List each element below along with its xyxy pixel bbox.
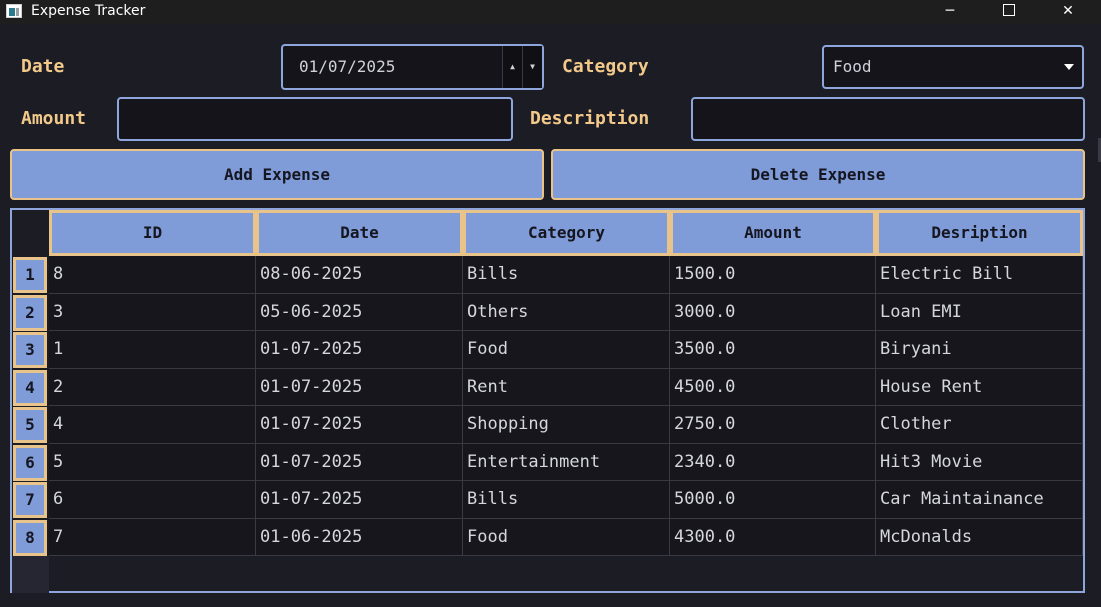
cell-date[interactable]: 01-06-2025 [256, 518, 463, 555]
cell-date[interactable]: 05-06-2025 [256, 293, 463, 330]
date-spin-down-button[interactable]: ▼ [522, 46, 542, 88]
row-header[interactable]: 6 [13, 444, 47, 481]
amount-label: Amount [21, 108, 87, 129]
cell-description[interactable]: Hit3 Movie [876, 443, 1083, 480]
column-header-description[interactable]: Desription [876, 210, 1083, 256]
title-bar: Expense Tracker ─ ✕ [0, 0, 1101, 24]
cell-category[interactable]: Bills [463, 256, 670, 293]
row-header[interactable]: 3 [13, 332, 47, 368]
category-value: Food [833, 57, 872, 76]
cell-category[interactable]: Others [463, 293, 670, 330]
row-header[interactable]: 2 [13, 294, 47, 331]
cell-description[interactable]: Car Maintainance [876, 481, 1083, 518]
row-gutter [12, 556, 49, 593]
row-header[interactable]: 4 [13, 369, 47, 406]
delete-expense-button[interactable]: Delete Expense [551, 149, 1085, 200]
cell-id[interactable]: 6 [49, 481, 256, 518]
date-input[interactable]: 01/07/2025 ▲ ▼ [281, 44, 544, 90]
date-label: Date [21, 56, 65, 77]
date-spin-up-button[interactable]: ▲ [502, 46, 522, 88]
cell-amount[interactable]: 5000.0 [670, 481, 876, 518]
cell-id[interactable]: 8 [49, 256, 256, 293]
table-row[interactable]: 8 08-06-2025 Bills 1500.0 Electric Bill [49, 256, 1083, 294]
category-label: Category [562, 56, 649, 77]
maximize-icon [1003, 4, 1015, 16]
cell-id[interactable]: 7 [49, 518, 256, 555]
cell-id[interactable]: 2 [49, 368, 256, 405]
chevron-down-icon [1064, 64, 1074, 70]
cell-amount[interactable]: 3500.0 [670, 331, 876, 368]
cell-description[interactable]: Electric Bill [876, 256, 1083, 293]
cell-category[interactable]: Shopping [463, 406, 670, 443]
column-header-date[interactable]: Date [256, 210, 463, 256]
cell-category[interactable]: Bills [463, 481, 670, 518]
cell-category[interactable]: Rent [463, 368, 670, 405]
row-header[interactable]: 1 [13, 257, 47, 293]
row-header[interactable]: 5 [13, 407, 47, 443]
table-row[interactable]: 5 01-07-2025 Entertainment 2340.0 Hit3 M… [49, 443, 1083, 481]
minimize-button[interactable]: ─ [927, 0, 973, 24]
cell-date[interactable]: 01-07-2025 [256, 368, 463, 405]
cell-category[interactable]: Entertainment [463, 443, 670, 480]
close-button[interactable]: ✕ [1045, 0, 1091, 24]
description-input[interactable] [691, 97, 1085, 141]
cell-description[interactable]: Clother [876, 406, 1083, 443]
cell-date[interactable]: 08-06-2025 [256, 256, 463, 293]
cell-description[interactable]: Loan EMI [876, 293, 1083, 330]
cell-amount[interactable]: 1500.0 [670, 256, 876, 293]
cell-date[interactable]: 01-07-2025 [256, 481, 463, 518]
cell-id[interactable]: 1 [49, 331, 256, 368]
app-icon [6, 4, 22, 18]
cell-id[interactable]: 3 [49, 293, 256, 330]
cell-amount[interactable]: 2750.0 [670, 406, 876, 443]
add-expense-button[interactable]: Add Expense [10, 149, 544, 200]
description-label: Description [530, 108, 650, 129]
table-row[interactable]: 6 01-07-2025 Bills 5000.0 Car Maintainan… [49, 481, 1083, 519]
table-corner [12, 210, 49, 256]
cell-category[interactable]: Food [463, 331, 670, 368]
table-row[interactable]: 3 05-06-2025 Others 3000.0 Loan EMI [49, 293, 1083, 331]
column-header-id[interactable]: ID [49, 210, 256, 256]
cell-id[interactable]: 5 [49, 443, 256, 480]
table-row[interactable]: 7 01-06-2025 Food 4300.0 McDonalds [49, 518, 1083, 556]
table-row[interactable]: 1 01-07-2025 Food 3500.0 Biryani [49, 331, 1083, 369]
maximize-button[interactable] [986, 0, 1032, 24]
cell-id[interactable]: 4 [49, 406, 256, 443]
expense-table[interactable]: ID Date Category Amount Desription 1 2 3… [10, 208, 1085, 593]
cell-date[interactable]: 01-07-2025 [256, 443, 463, 480]
cell-amount[interactable]: 4300.0 [670, 518, 876, 555]
cell-amount[interactable]: 3000.0 [670, 293, 876, 330]
column-header-amount[interactable]: Amount [670, 210, 876, 256]
window-title: Expense Tracker [31, 3, 146, 19]
table-row[interactable]: 4 01-07-2025 Shopping 2750.0 Clother [49, 406, 1083, 444]
date-value: 01/07/2025 [299, 57, 396, 76]
table-row[interactable]: 2 01-07-2025 Rent 4500.0 House Rent [49, 368, 1083, 406]
cell-amount[interactable]: 4500.0 [670, 368, 876, 405]
cell-description[interactable]: Biryani [876, 331, 1083, 368]
column-header-category[interactable]: Category [463, 210, 670, 256]
cell-description[interactable]: House Rent [876, 368, 1083, 405]
cell-date[interactable]: 01-07-2025 [256, 331, 463, 368]
cell-date[interactable]: 01-07-2025 [256, 406, 463, 443]
cell-category[interactable]: Food [463, 518, 670, 555]
category-dropdown[interactable]: Food [822, 45, 1084, 89]
cell-amount[interactable]: 2340.0 [670, 443, 876, 480]
row-header[interactable]: 8 [13, 519, 47, 556]
cell-description[interactable]: McDonalds [876, 518, 1083, 555]
row-header[interactable]: 7 [13, 482, 47, 518]
amount-input[interactable] [117, 97, 513, 141]
